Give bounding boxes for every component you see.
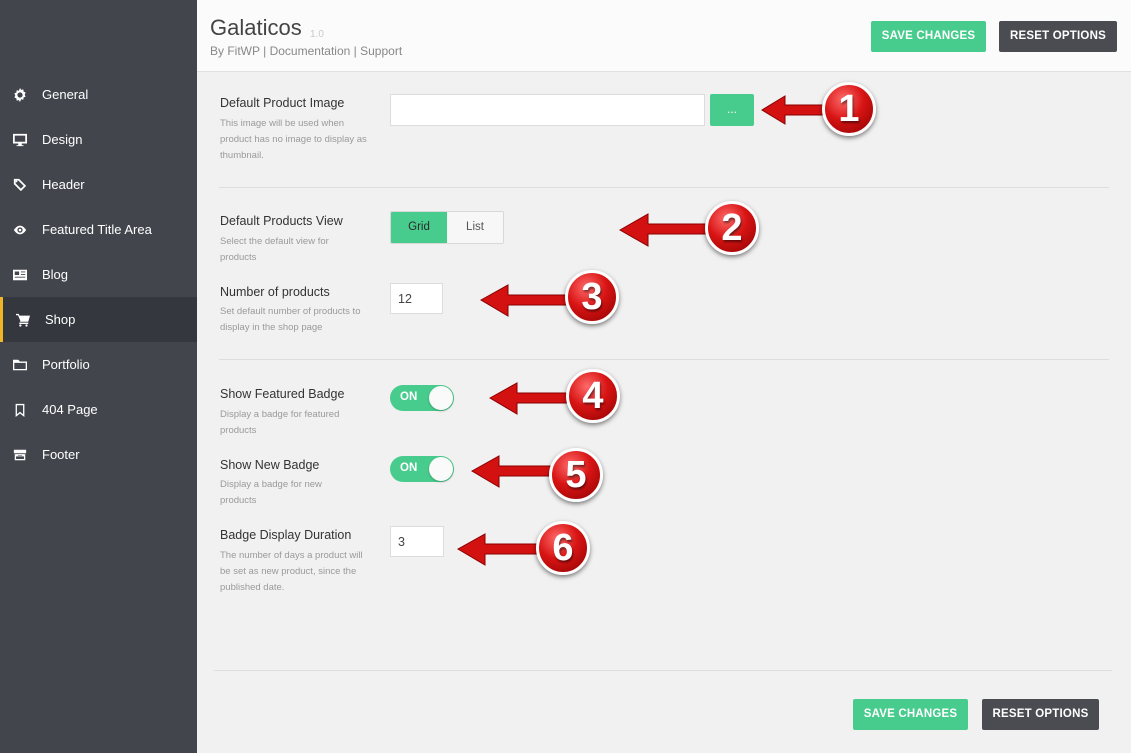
- arrow-6: [456, 533, 544, 566]
- annotation-badge-3: 3: [565, 270, 619, 324]
- annotation-badge-1: 1: [822, 82, 876, 136]
- arrow-5: [470, 455, 556, 488]
- arrow-3: [479, 284, 576, 317]
- annotation-badge-6: 6: [536, 521, 590, 575]
- annotation-badge-2: 2: [705, 201, 759, 255]
- annotation-badge-4: 4: [566, 369, 620, 423]
- annotation-arrows: [456, 95, 831, 566]
- arrow-2: [618, 213, 716, 247]
- arrow-1: [761, 95, 831, 125]
- arrow-4: [488, 382, 576, 415]
- annotation-badge-5: 5: [549, 448, 603, 502]
